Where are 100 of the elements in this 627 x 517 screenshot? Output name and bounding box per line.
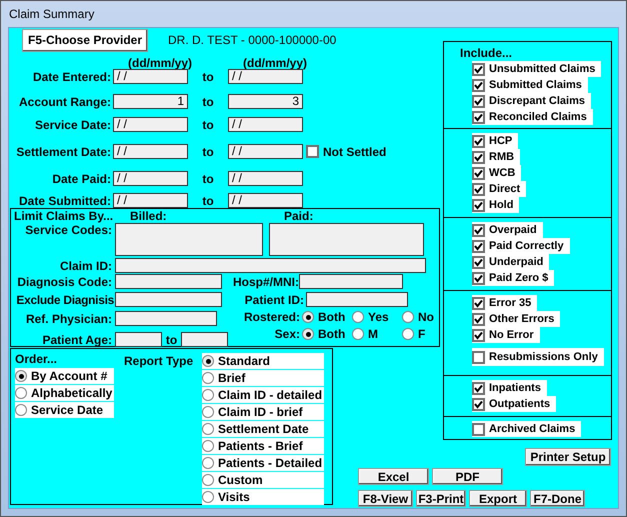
input-field[interactable]: / / — [113, 69, 188, 84]
radio-icon[interactable] — [202, 423, 214, 435]
radio-icon[interactable] — [15, 370, 27, 382]
section-title: Report Type — [124, 353, 194, 369]
checkbox[interactable]: Outpatients — [472, 396, 556, 412]
input-field[interactable]: / / — [113, 117, 188, 132]
checkbox[interactable]: Hold — [472, 197, 520, 213]
radio-option[interactable]: Patients - Brief — [202, 438, 324, 454]
radio-icon[interactable] — [202, 372, 214, 384]
radio-option[interactable]: Alphabetically — [15, 385, 114, 401]
checkbox[interactable]: Other Errors — [472, 311, 560, 327]
checkbox[interactable]: Inpatients — [472, 380, 547, 396]
radio-icon[interactable] — [402, 328, 414, 340]
checkbox[interactable]: Underpaid — [472, 254, 550, 270]
checkbox[interactable]: RMB — [472, 149, 520, 165]
radio-icon[interactable] — [302, 311, 314, 323]
button[interactable]: Printer Setup — [525, 448, 611, 466]
to-label: to — [201, 170, 215, 188]
radio-icon[interactable] — [202, 440, 214, 452]
checkbox[interactable]: Paid Zero $ — [472, 270, 554, 286]
input-field[interactable]: / / — [228, 117, 303, 132]
radio-option[interactable]: No — [402, 309, 434, 325]
checkbox[interactable]: Resubmissions Only — [472, 348, 604, 366]
input-field[interactable]: / / — [113, 171, 188, 186]
checkbox[interactable]: Error 35 — [472, 295, 538, 311]
input-field[interactable] — [115, 332, 162, 347]
input-field[interactable] — [115, 258, 426, 273]
radio-option[interactable]: Visits — [202, 489, 324, 505]
radio-icon[interactable] — [15, 387, 27, 399]
input-field[interactable] — [115, 223, 263, 256]
button[interactable]: F3-Print — [416, 490, 466, 507]
field-label: Exclude Diagnisis — [15, 292, 115, 308]
field-label: Date Entered: — [32, 68, 112, 86]
radio-icon[interactable] — [352, 328, 364, 340]
input-field[interactable] — [181, 332, 228, 347]
input-field[interactable]: / / — [113, 144, 188, 159]
radio-option[interactable]: Both — [302, 309, 352, 325]
radio-icon[interactable] — [202, 355, 214, 367]
button[interactable]: PDF — [432, 468, 503, 485]
button[interactable]: Export — [469, 490, 527, 507]
input-field[interactable] — [299, 274, 403, 289]
to-label: to — [201, 192, 215, 210]
radio-option[interactable]: Standard — [202, 353, 324, 369]
radio-option[interactable]: Settlement Date — [202, 421, 324, 437]
section-title: Limit Claims By... — [13, 210, 114, 223]
radio-icon[interactable] — [202, 389, 214, 401]
radio-option[interactable]: Custom — [202, 472, 324, 488]
radio-icon[interactable] — [202, 406, 214, 418]
radio-icon[interactable] — [402, 311, 414, 323]
checkbox[interactable]: Overpaid — [472, 222, 543, 238]
input-field[interactable] — [115, 292, 222, 307]
button[interactable]: F8-View — [358, 490, 413, 507]
button[interactable]: F7-Done — [530, 490, 585, 507]
radio-option[interactable]: Claim ID - detailed — [202, 387, 324, 403]
radio-icon[interactable] — [202, 474, 214, 486]
input-field[interactable] — [115, 311, 217, 326]
checkbox[interactable]: Reconciled Claims — [472, 109, 593, 125]
checkbox[interactable]: Submitted Claims — [472, 77, 588, 93]
checkbox[interactable]: Unsubmitted Claims — [472, 61, 602, 77]
field-label: Rostered: — [242, 309, 301, 326]
to-label: to — [164, 332, 178, 348]
input-field[interactable]: 3 — [228, 94, 303, 109]
input-field[interactable] — [115, 274, 222, 289]
checkbox[interactable]: WCB — [472, 165, 522, 181]
checkbox[interactable]: Paid Correctly — [472, 238, 570, 254]
field-label: Sex: — [274, 326, 301, 343]
radio-option[interactable]: F — [402, 326, 426, 342]
window-title: Claim Summary — [9, 6, 94, 23]
radio-option[interactable]: Patients - Detailed — [202, 455, 324, 471]
input-field[interactable]: / / — [228, 69, 303, 84]
radio-option[interactable]: M — [352, 326, 402, 342]
radio-icon[interactable] — [202, 491, 214, 503]
radio-option[interactable]: Both — [302, 326, 352, 342]
checkbox[interactable]: Archived Claims — [472, 421, 582, 437]
section-title: Order... — [15, 351, 58, 367]
radio-option[interactable]: Claim ID - brief — [202, 404, 324, 420]
input-field[interactable] — [269, 223, 424, 256]
input-field[interactable]: / / — [228, 193, 303, 208]
button[interactable]: F5-Choose Provider — [22, 28, 148, 52]
input-field[interactable]: / / — [228, 144, 303, 159]
input-field[interactable]: / / — [113, 193, 188, 208]
field-label: Diagnosis Code: — [16, 274, 113, 290]
radio-option[interactable]: Service Date — [15, 402, 114, 418]
input-field[interactable] — [306, 292, 408, 307]
checkbox[interactable]: Discrepant Claims — [472, 93, 591, 109]
radio-option[interactable]: By Account # — [15, 368, 114, 384]
radio-icon[interactable] — [202, 457, 214, 469]
checkbox[interactable]: No Error — [472, 327, 540, 343]
button[interactable]: Excel — [358, 468, 429, 485]
checkbox[interactable]: Direct — [472, 181, 526, 197]
radio-icon[interactable] — [15, 404, 27, 416]
section-title: Include... — [459, 45, 514, 61]
input-field[interactable]: / / — [228, 171, 303, 186]
input-field[interactable]: 1 — [113, 94, 188, 109]
radio-option[interactable]: Brief — [202, 370, 324, 386]
radio-icon[interactable] — [352, 311, 364, 323]
checkbox[interactable]: HCP — [472, 133, 518, 149]
checkbox[interactable]: Not Settled — [306, 144, 392, 160]
radio-option[interactable]: Yes — [352, 309, 402, 325]
radio-icon[interactable] — [302, 328, 314, 340]
